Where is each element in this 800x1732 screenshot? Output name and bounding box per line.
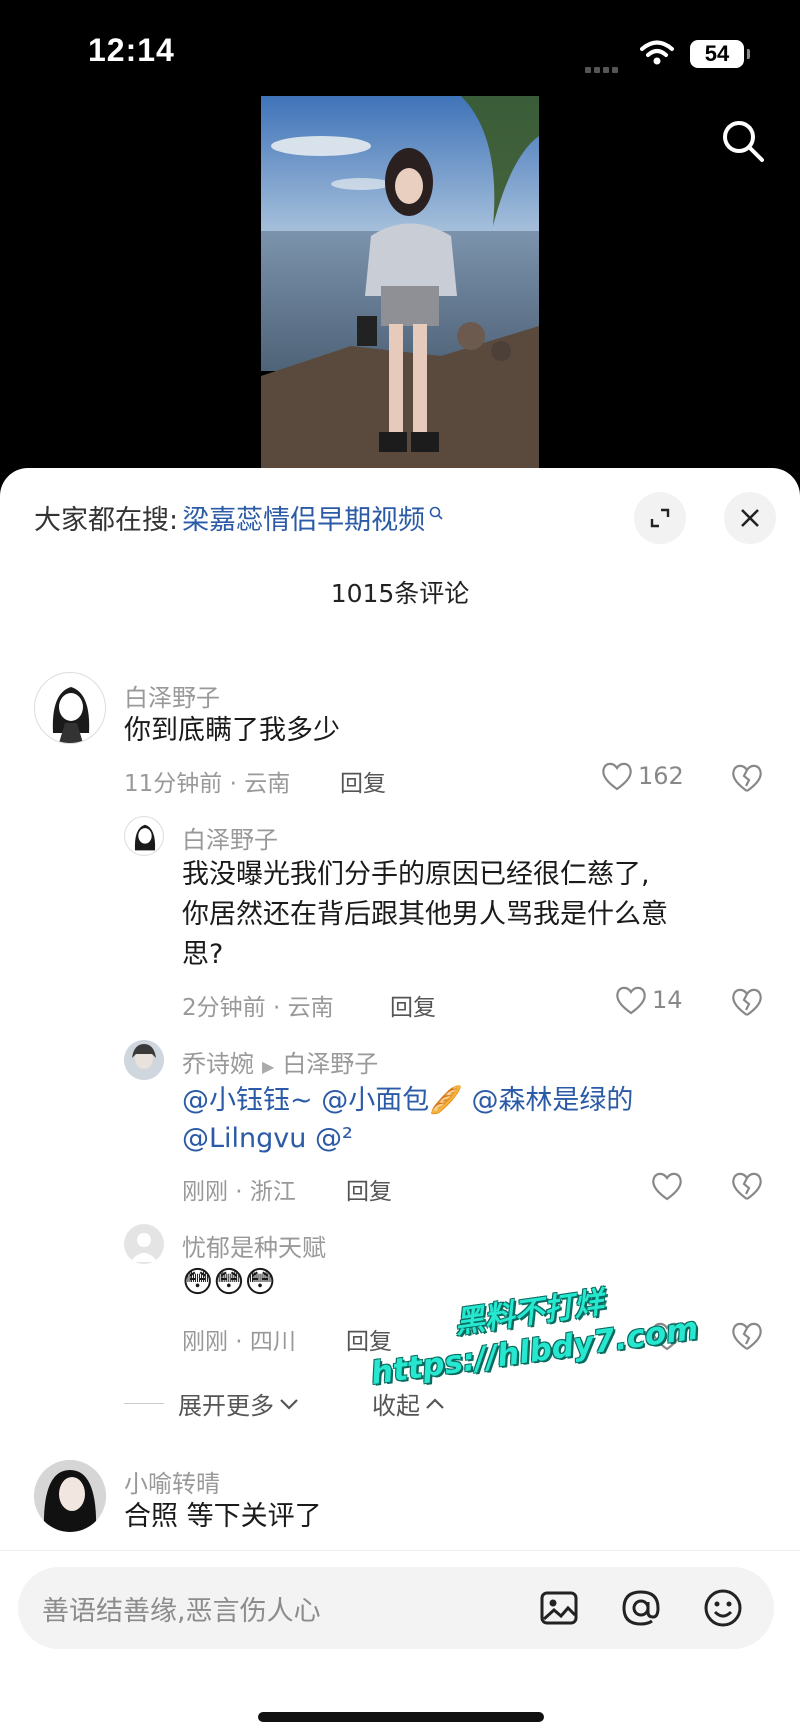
- reply-button[interactable]: 回复: [390, 988, 436, 1022]
- mention-link[interactable]: @小面包🥖: [321, 1085, 463, 1116]
- chevron-down-icon: [280, 1398, 298, 1410]
- comment-text: 😳😳😳: [182, 1265, 276, 1300]
- comment-author[interactable]: 白泽野子: [124, 678, 220, 713]
- like-button[interactable]: 14: [614, 984, 683, 1016]
- like-button[interactable]: 162: [600, 760, 684, 792]
- reply-button[interactable]: 回复: [346, 1172, 392, 1206]
- signal-icon: [585, 58, 625, 73]
- like-count: 14: [652, 986, 683, 1014]
- comment-text: 你到底瞒了我多少: [124, 715, 340, 746]
- default-avatar-icon[interactable]: [124, 1224, 164, 1264]
- search-icon[interactable]: [718, 116, 768, 166]
- avatar[interactable]: [124, 1040, 164, 1080]
- comment-input[interactable]: 善语结善缘,恶言伤人心: [18, 1567, 774, 1649]
- trending-search[interactable]: 大家都在搜: 梁嘉蕊情侣早期视频: [34, 498, 443, 537]
- reply-arrow-icon: ▶: [262, 1057, 275, 1076]
- expand-icon: [650, 508, 670, 528]
- image-icon[interactable]: [538, 1587, 580, 1629]
- reply-button[interactable]: 回复: [340, 764, 386, 798]
- close-icon: [741, 509, 759, 527]
- heart-icon: [616, 986, 646, 1015]
- mention-link[interactable]: @森林是绿的: [471, 1085, 633, 1116]
- comment-text-line: 你居然还在背后跟其他男人骂我是什么意: [182, 899, 668, 930]
- battery-level: 54: [704, 41, 730, 66]
- comment-author[interactable]: 白泽野子: [182, 820, 278, 855]
- broken-heart-icon[interactable]: [730, 1170, 764, 1202]
- reply-to-name[interactable]: 白泽野子: [282, 1050, 378, 1078]
- heart-icon: [602, 762, 632, 791]
- video-thumbnail[interactable]: [261, 96, 539, 478]
- comment-input-placeholder: 善语结善缘,恶言伤人心: [42, 1596, 321, 1627]
- emoji-icon[interactable]: [702, 1587, 744, 1629]
- search-icon: [429, 506, 443, 520]
- comment-author: 乔诗婉 ▶ 白泽野子: [182, 1044, 378, 1079]
- mentions-line: @小钰钰~ @小面包🥖 @森林是绿的: [182, 1082, 633, 1120]
- at-icon[interactable]: [620, 1587, 662, 1629]
- expand-button[interactable]: [634, 492, 686, 544]
- status-bar: 12:14 54: [0, 0, 800, 100]
- comment-text-line: 我没曝光我们分手的原因已经很仁慈了,: [182, 859, 650, 890]
- comment-author[interactable]: 小喻转晴: [124, 1464, 220, 1499]
- battery-icon: 54: [690, 40, 750, 68]
- avatar[interactable]: [34, 1460, 106, 1532]
- broken-heart-icon[interactable]: [730, 986, 764, 1018]
- comment-input-bar: 善语结善缘,恶言伤人心: [0, 1550, 800, 1732]
- comment-meta: 刚刚 · 四川: [182, 1329, 296, 1355]
- home-indicator[interactable]: [258, 1712, 544, 1722]
- comment-meta: 11分钟前 · 云南: [124, 771, 291, 797]
- broken-heart-icon[interactable]: [730, 762, 764, 794]
- trending-query-link[interactable]: 梁嘉蕊情侣早期视频: [182, 498, 425, 537]
- mention-link[interactable]: @小钰钰~: [182, 1085, 313, 1116]
- divider: [124, 1403, 164, 1404]
- comment-meta: 刚刚 · 浙江: [182, 1179, 296, 1205]
- avatar[interactable]: [124, 816, 164, 856]
- wifi-icon: [640, 40, 674, 65]
- mentions-line: @Lilngvu @²: [182, 1120, 353, 1158]
- comment-count: 1015条评论: [330, 579, 470, 608]
- close-button[interactable]: [724, 492, 776, 544]
- comment-meta: 2分钟前 · 云南: [182, 995, 334, 1021]
- like-count: 162: [638, 762, 684, 790]
- comment-text: 合照 等下关评了: [124, 1501, 322, 1532]
- mention-link[interactable]: @²: [315, 1123, 353, 1154]
- expand-more-label: 展开更多: [178, 1392, 274, 1420]
- comment-sheet: 大家都在搜: 梁嘉蕊情侣早期视频 1015条评论 白泽野子 你到底瞒了我多少 1…: [0, 468, 800, 1732]
- heart-icon[interactable]: [650, 1170, 684, 1202]
- mention-link[interactable]: @Lilngvu: [182, 1123, 306, 1154]
- avatar[interactable]: [34, 672, 106, 744]
- clock: 12:14: [88, 32, 175, 68]
- expand-more-button[interactable]: 展开更多: [178, 1386, 300, 1421]
- comment-text-line: 思?: [182, 939, 224, 970]
- author-name[interactable]: 乔诗婉: [182, 1050, 254, 1078]
- trending-prefix: 大家都在搜:: [34, 505, 179, 536]
- comment-author[interactable]: 忧郁是种天赋: [182, 1228, 326, 1263]
